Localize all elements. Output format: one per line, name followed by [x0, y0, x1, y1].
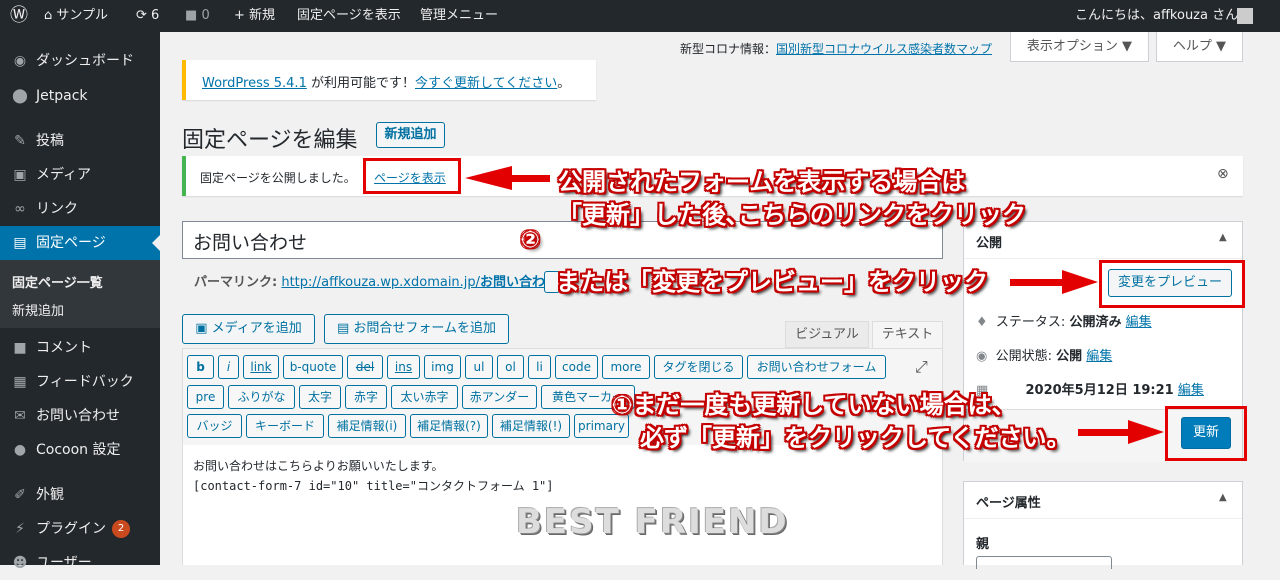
arrow-to-preview	[1010, 270, 1098, 294]
annotation-text-1-line1: 公開されたフォームを表示する場合は	[558, 168, 966, 196]
annotation-text-1-line2: 「更新」した後､こちらのリンクをクリック	[558, 201, 1026, 229]
arrow-to-view-page	[465, 166, 550, 190]
watermark: BEST FRIEND	[516, 502, 789, 542]
annotation-text-2: または「変更をプレビュー」をクリック	[556, 268, 988, 296]
annotation-text-3-line2: 必ず「更新」をクリックしてください。	[640, 424, 1071, 452]
annotation-marker-2: ②	[521, 228, 540, 253]
annotation-text-3-line1: ①まだ一度も更新していない場合は、	[612, 391, 1016, 419]
arrow-to-update	[1078, 420, 1164, 444]
